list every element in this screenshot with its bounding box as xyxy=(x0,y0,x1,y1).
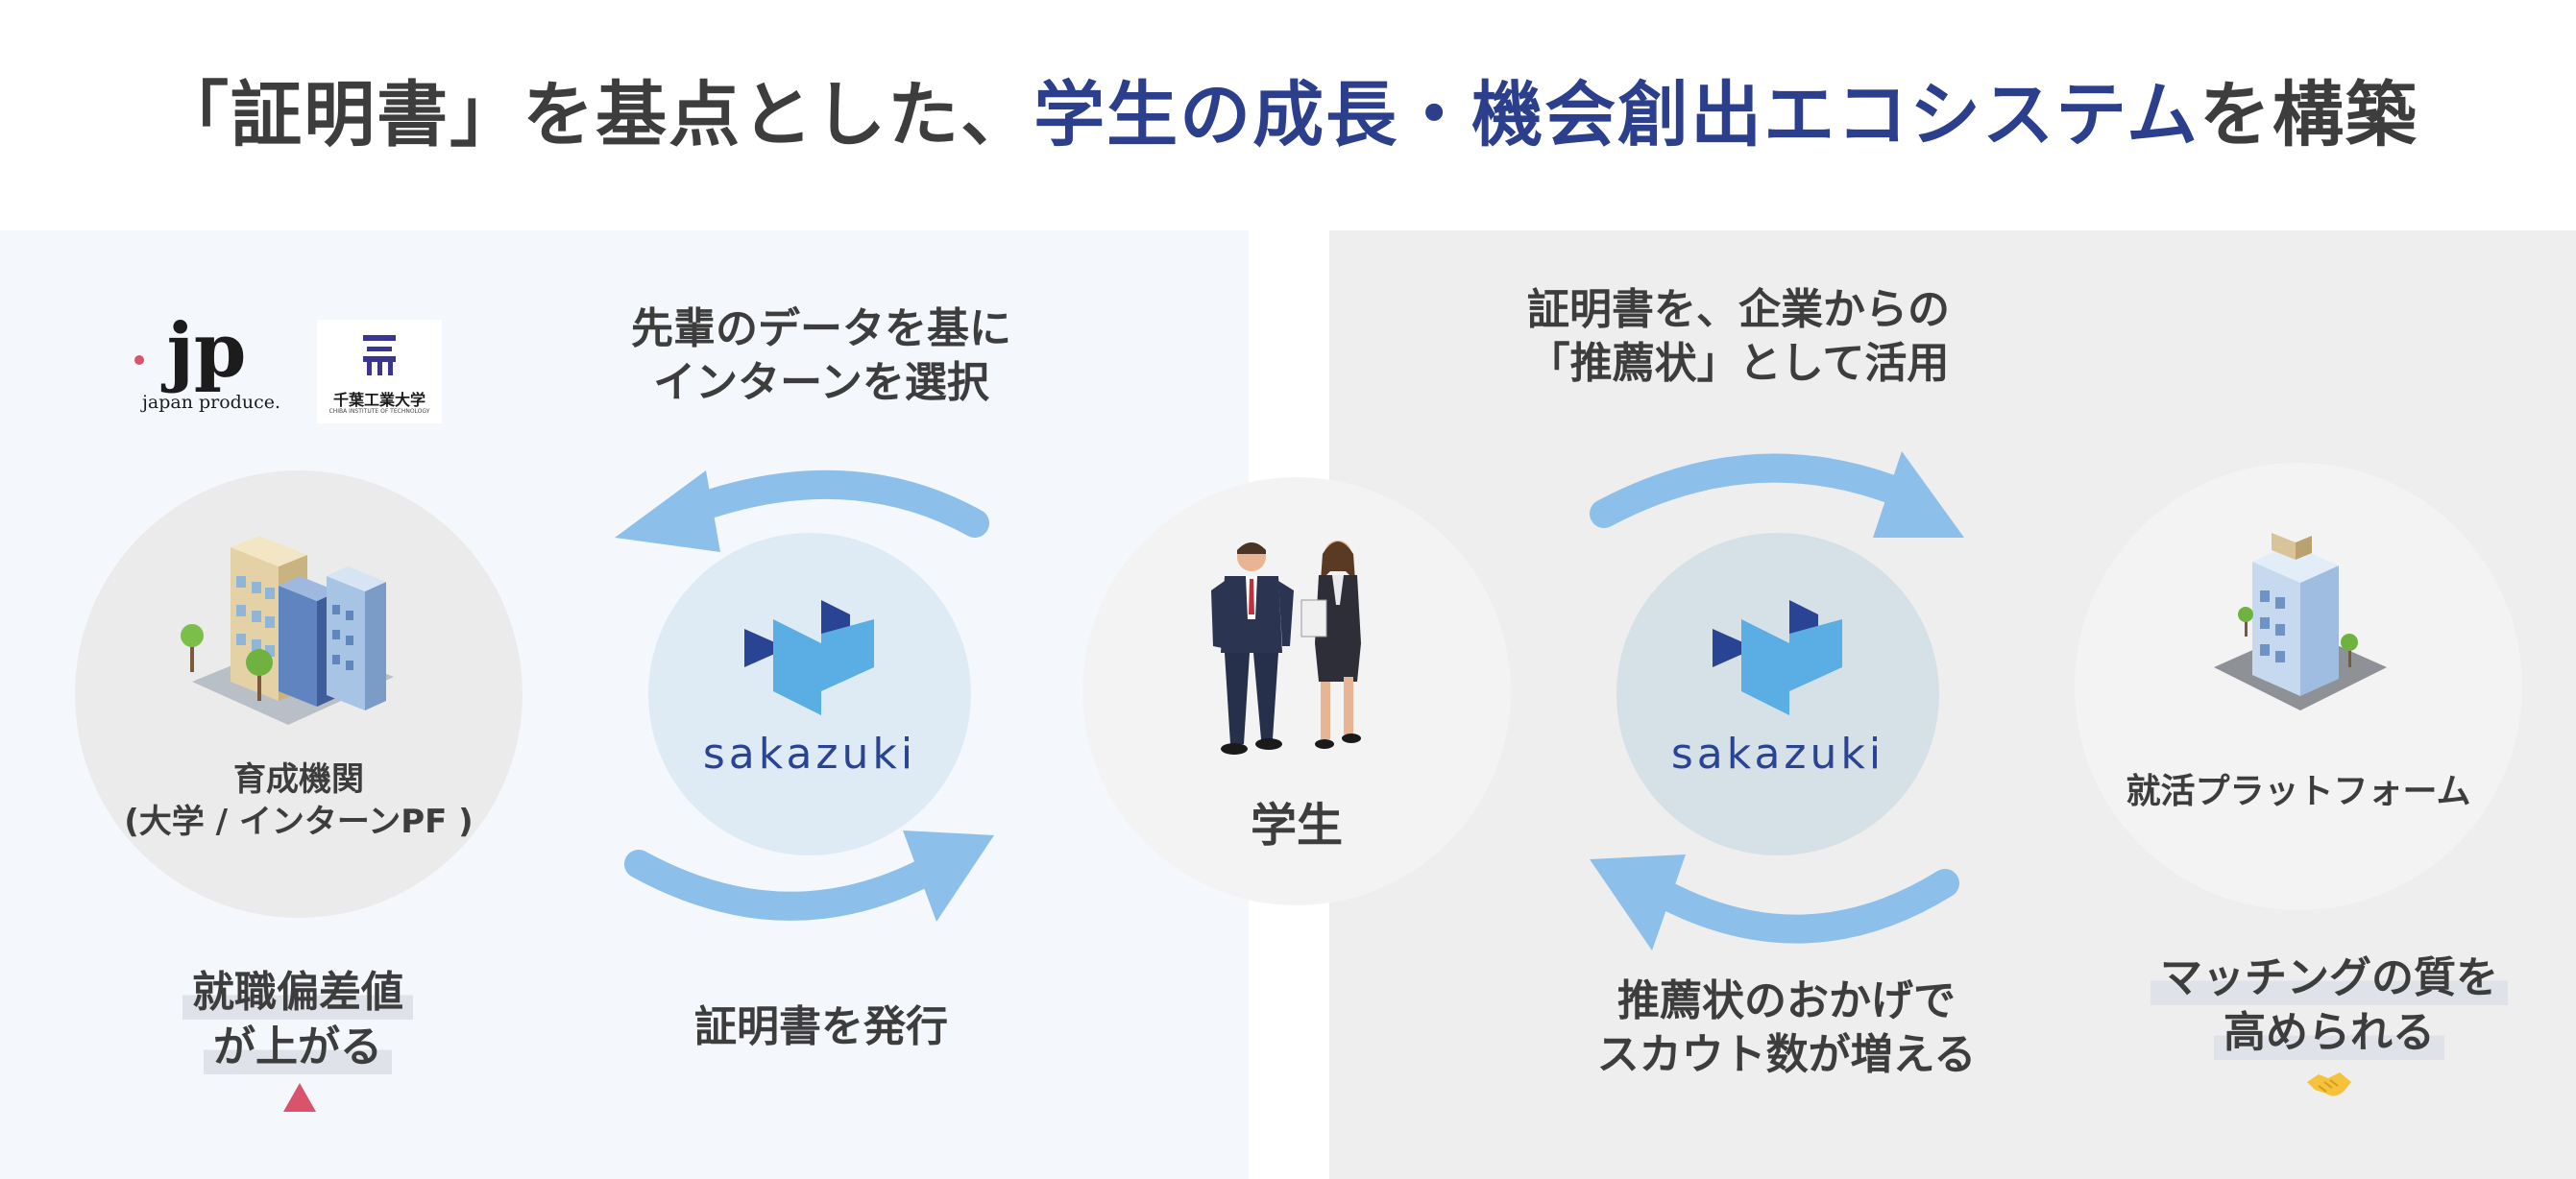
title-part-1: 「証明書」を基点とした、 xyxy=(158,74,1034,156)
title-highlight: 学生の成長・機会創出エコシステム xyxy=(1033,74,2199,156)
left-top-arrow-text-line2: インターンを選択 xyxy=(653,358,989,407)
left-benefit: 就職偏差値 が上がる xyxy=(134,965,461,1075)
institution-label-line1: 育成機関 xyxy=(233,760,364,799)
jp-logo-mark: jp xyxy=(166,307,247,395)
right-top-arrow-text: 証明書を、企業からの 「推薦状」として活用 xyxy=(1460,283,2017,391)
office-buildings-icon xyxy=(181,536,394,725)
left-top-arrow-text-line1: 先輩のデータを基に xyxy=(631,304,1011,353)
right-benefit: マッチングの質を 高められる xyxy=(2123,950,2536,1061)
right-sakazuki-logo-icon xyxy=(1713,600,1842,715)
chiba-tech-name: 千葉工業大学 xyxy=(332,391,425,409)
right-bottom-arrow-text: 推薦状のおかげで スカウト数が増える xyxy=(1527,974,2046,1082)
left-top-arrow-icon xyxy=(615,469,989,552)
right-sakazuki-wordmark: sakazuki xyxy=(1670,730,1885,779)
student-label: 学生 xyxy=(1250,799,1343,853)
right-top-arrow-text-line2: 「推薦状」として活用 xyxy=(1527,339,1950,388)
right-bottom-arrow-text-line2: スカウト数が増える xyxy=(1596,1030,1977,1079)
left-benefit-line1: 就職偏差値 xyxy=(182,965,413,1021)
left-bottom-arrow-icon xyxy=(624,830,994,922)
students-icon xyxy=(1211,541,1361,755)
handshake-icon xyxy=(2307,1072,2351,1096)
chiba-tech-subname: CHIBA INSTITUTE OF TECHNOLOGY xyxy=(328,408,430,415)
jp-logo-dot xyxy=(134,355,144,365)
title-part-3: を構築 xyxy=(2199,74,2418,156)
chiba-tech-emblem-icon xyxy=(363,335,396,375)
japan-produce-logo: jp japan produce. xyxy=(134,314,288,413)
institution-label-line2: (大学 / インターンPF ) xyxy=(124,803,474,841)
office-building-icon xyxy=(2214,533,2387,710)
left-sakazuki-logo-icon xyxy=(744,600,874,715)
left-bottom-arrow-text: 証明書を発行 xyxy=(694,1002,948,1051)
right-benefit-line2: 高められる xyxy=(2214,1005,2444,1061)
up-triangle-icon xyxy=(283,1083,316,1112)
right-top-arrow-text-line1: 証明書を、企業からの xyxy=(1527,285,1950,334)
institution-label: 育成機関 (大学 / インターンPF ) xyxy=(75,758,522,843)
left-benefit-line2: が上がる xyxy=(204,1020,392,1075)
right-bottom-arrow-text-line1: 推薦状のおかげで xyxy=(1617,976,1956,1025)
right-benefit-line1: マッチングの質を xyxy=(2151,950,2508,1006)
left-top-arrow-text: 先輩のデータを基に インターンを選択 xyxy=(547,302,1095,410)
left-sakazuki-wordmark: sakazuki xyxy=(702,730,917,779)
chiba-tech-logo: 千葉工業大学 CHIBA INSTITUTE OF TECHNOLOGY xyxy=(317,320,442,423)
platform-label: 就活プラットフォーム xyxy=(2126,772,2471,811)
jp-logo-text: japan produce. xyxy=(142,392,280,413)
page-title: 「証明書」を基点とした、学生の成長・機会創出エコシステムを構築 xyxy=(0,58,2576,160)
